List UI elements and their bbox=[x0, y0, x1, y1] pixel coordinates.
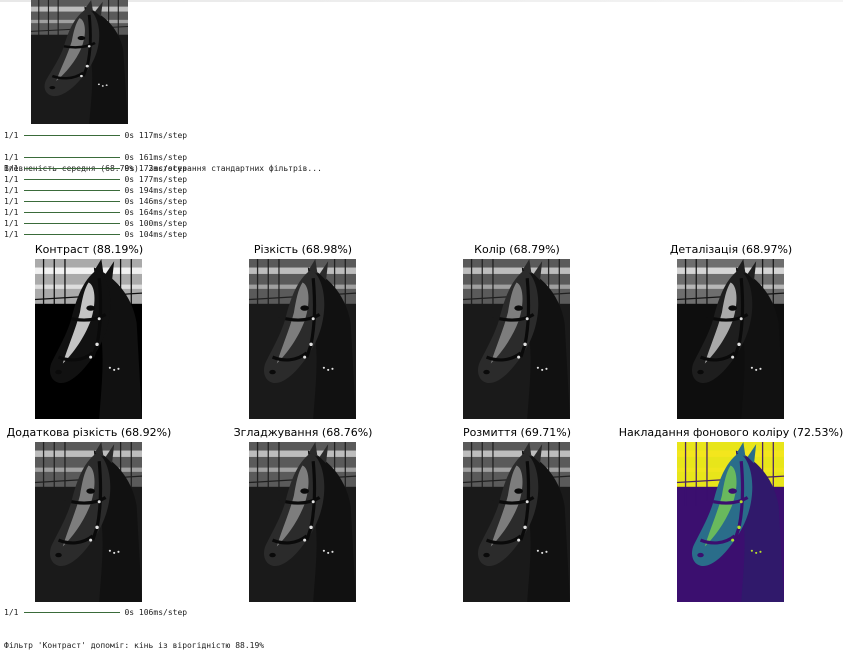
log-line: 1/1 0s 164ms/step bbox=[4, 207, 187, 218]
log-line: 1/1 0s 100ms/step bbox=[4, 218, 187, 229]
filtered-horse-image bbox=[677, 259, 784, 419]
log-step-rate: 117ms/step bbox=[138, 131, 188, 140]
progress-bar bbox=[24, 223, 121, 224]
log-output-filters: 1/1 0s 161ms/step 1/1 0s 172ms/step 1/1 0s 17… bbox=[4, 152, 187, 240]
log-step-counter: 1/1 bbox=[4, 131, 19, 140]
progress-bar bbox=[24, 201, 121, 202]
result-message-text: Фільтр 'Контраст' допоміг: кінь із вірог… bbox=[4, 641, 265, 650]
progress-bar bbox=[24, 190, 121, 191]
filtered-horse-image bbox=[463, 259, 570, 419]
log-step-rate: 164ms/step bbox=[138, 208, 188, 217]
log-elapsed-time: 0s bbox=[124, 131, 135, 140]
log-elapsed-time: 0s bbox=[124, 608, 135, 617]
log-step-rate: 177ms/step bbox=[138, 175, 188, 184]
log-elapsed-time: 0s bbox=[124, 219, 135, 228]
preview-horse-image bbox=[31, 0, 128, 124]
filtered-horse-image bbox=[249, 259, 356, 419]
log-line: 1/1 0s 172ms/step bbox=[4, 163, 187, 174]
log-step-counter: 1/1 bbox=[4, 608, 19, 617]
filtered-horse-image bbox=[249, 442, 356, 602]
log-elapsed-time: 0s bbox=[124, 175, 135, 184]
log-step-counter: 1/1 bbox=[4, 175, 19, 184]
filtered-horse-image bbox=[677, 442, 784, 602]
log-step-counter: 1/1 bbox=[4, 197, 19, 206]
log-step-counter: 1/1 bbox=[4, 219, 19, 228]
log-step-rate: 100ms/step bbox=[138, 219, 188, 228]
log-line: 1/1 0s 146ms/step bbox=[4, 196, 187, 207]
progress-bar bbox=[24, 135, 121, 136]
log-elapsed-time: 0s bbox=[124, 230, 135, 239]
progress-bar bbox=[24, 157, 121, 158]
log-step-counter: 1/1 bbox=[4, 164, 19, 173]
progress-bar bbox=[24, 234, 121, 235]
log-step-rate: 106ms/step bbox=[138, 608, 188, 617]
filtered-horse-image bbox=[35, 259, 142, 419]
filtered-horse-image bbox=[35, 442, 142, 602]
log-step-rate: 172ms/step bbox=[138, 164, 188, 173]
log-line: 1/1 0s 177ms/step bbox=[4, 174, 187, 185]
log-step-counter: 1/1 bbox=[4, 153, 19, 162]
log-step-rate: 146ms/step bbox=[138, 197, 188, 206]
log-elapsed-time: 0s bbox=[124, 164, 135, 173]
log-step-rate: 194ms/step bbox=[138, 186, 188, 195]
log-line: 1/1 0s 117ms/step bbox=[4, 130, 187, 141]
log-step-rate: 161ms/step bbox=[138, 153, 188, 162]
log-output-top: 1/1 0s 117ms/step bbox=[4, 130, 187, 141]
log-line: 1/1 0s 194ms/step bbox=[4, 185, 187, 196]
progress-bar bbox=[24, 212, 121, 213]
log-elapsed-time: 0s bbox=[124, 153, 135, 162]
panel-title: Розмиття (69.71%) bbox=[462, 426, 572, 439]
log-line: 1/1 0s 104ms/step bbox=[4, 229, 187, 240]
log-step-rate: 104ms/step bbox=[138, 230, 188, 239]
log-step-counter: 1/1 bbox=[4, 230, 19, 239]
log-elapsed-time: 0s bbox=[124, 197, 135, 206]
log-output-bottom: 1/1 0s 106ms/step bbox=[4, 607, 187, 618]
log-elapsed-time: 0s bbox=[124, 208, 135, 217]
horse-image bbox=[31, 0, 128, 124]
panel-title: Колір (68.79%) bbox=[474, 243, 560, 256]
progress-bar bbox=[24, 179, 121, 180]
log-step-counter: 1/1 bbox=[4, 208, 19, 217]
log-step-counter: 1/1 bbox=[4, 186, 19, 195]
panel-title: Деталізація (68.97%) bbox=[669, 243, 793, 256]
panel-title: Різкість (68.98%) bbox=[253, 243, 353, 256]
log-elapsed-time: 0s bbox=[124, 186, 135, 195]
log-line: 1/1 0s 161ms/step bbox=[4, 152, 187, 163]
panel-title: Накладання фонового коліру (72.53%) bbox=[618, 426, 843, 439]
result-message: Фільтр 'Контраст' допоміг: кінь із вірог… bbox=[4, 618, 264, 662]
progress-bar bbox=[24, 168, 121, 169]
panel-title: Згладжування (68.76%) bbox=[233, 426, 373, 439]
panel-title: Додаткова різкість (68.92%) bbox=[6, 426, 172, 439]
filtered-horse-image bbox=[463, 442, 570, 602]
log-line: 1/1 0s 106ms/step bbox=[4, 607, 187, 618]
panel-title: Контраст (88.19%) bbox=[34, 243, 144, 256]
progress-bar bbox=[24, 612, 121, 613]
